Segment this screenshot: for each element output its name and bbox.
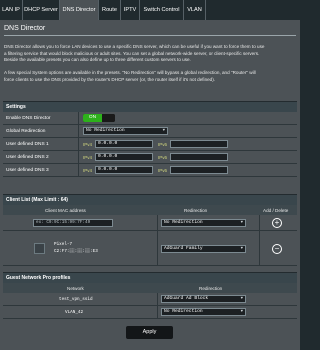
apply-button[interactable]: Apply bbox=[126, 326, 173, 339]
add-client-icon[interactable]: + bbox=[272, 218, 282, 228]
guest-network-columns: Network Redirection bbox=[3, 283, 297, 293]
client-redirection-value: AdGuard Family bbox=[164, 246, 203, 251]
tab-bar: LAN IP DHCP Server DNS Director Route IP… bbox=[0, 0, 300, 20]
dns2-label: User defined DNS 2 bbox=[6, 154, 49, 160]
tab-dns-director[interactable]: DNS Director bbox=[60, 0, 99, 20]
col-redirection-header: Redirection bbox=[184, 207, 208, 213]
dns3-row: User defined DNS 3 IPv4 0.0.0.0 IPv6 bbox=[3, 164, 297, 177]
chevron-down-icon: ▼ bbox=[162, 129, 165, 133]
tab-route[interactable]: Route bbox=[99, 0, 121, 20]
client-list-header: Client List (Max Limit : 64) bbox=[3, 194, 297, 205]
client-mac-address: C2:F7:░░:░░:░░:E3 bbox=[54, 249, 98, 254]
enable-label: Enable DNS Director bbox=[6, 115, 51, 121]
global-redirection-value: No Redirection bbox=[86, 128, 125, 133]
global-redirection-label: Global Redirection bbox=[6, 128, 46, 134]
column-divider bbox=[259, 215, 260, 231]
guest-redirection-select[interactable]: No Redirection ▼ bbox=[161, 308, 246, 316]
client-redirection-select[interactable]: AdGuard Family ▼ bbox=[161, 245, 246, 253]
guest-network-header: Guest Network Pro profiles bbox=[3, 272, 297, 283]
ipv6-label: IPv6 bbox=[158, 141, 168, 147]
dns3-ipv4-input[interactable]: 0.0.0.0 bbox=[95, 166, 153, 174]
description-line: DNS Director allows you to force LAN dev… bbox=[4, 44, 265, 49]
settings-header: Settings bbox=[3, 101, 297, 112]
tab-iptv[interactable]: IPTV bbox=[121, 0, 140, 20]
tab-vlan[interactable]: VLAN bbox=[184, 0, 206, 20]
column-divider bbox=[157, 293, 158, 306]
global-redirection-select[interactable]: No Redirection ▼ bbox=[83, 127, 168, 135]
guest-network-name: VLAN_42 bbox=[65, 310, 84, 315]
client-device-name: Pixel-7 bbox=[54, 242, 73, 247]
description-line: Beside the available presets you can als… bbox=[4, 57, 191, 62]
guest-row: VLAN_42 No Redirection ▼ bbox=[3, 306, 297, 319]
chevron-down-icon: ▼ bbox=[240, 310, 243, 314]
guest-row: test_vpn_ssid AdGuard Ad Block ▼ bbox=[3, 293, 297, 306]
enable-toggle[interactable]: ON bbox=[83, 114, 115, 122]
dns1-label: User defined DNS 1 bbox=[6, 141, 49, 147]
column-divider bbox=[259, 231, 260, 266]
add-client-row: ex: C9:9C:15:99:7F:49 No Redirection ▼ + bbox=[3, 215, 297, 231]
col-mac-header: Client MAC address bbox=[45, 207, 86, 213]
dns2-row: User defined DNS 2 IPv4 0.0.0.0 IPv6 bbox=[3, 151, 297, 164]
guest-redirection-select[interactable]: AdGuard Ad Block ▼ bbox=[161, 295, 246, 303]
tab-dhcp-server[interactable]: DHCP Server bbox=[23, 0, 60, 20]
dns2-ipv6-input[interactable] bbox=[170, 153, 228, 161]
toggle-on-label: ON bbox=[83, 114, 102, 122]
delete-client-icon[interactable]: − bbox=[272, 244, 282, 254]
ipv6-label: IPv6 bbox=[158, 167, 168, 173]
guest-redirection-value: AdGuard Ad Block bbox=[164, 296, 209, 301]
enable-row: Enable DNS Director ON bbox=[3, 112, 297, 125]
ipv4-label: IPv4 bbox=[83, 141, 93, 147]
column-divider bbox=[157, 306, 158, 319]
col-action-header: Add / Delete bbox=[263, 207, 289, 213]
tab-switch-control[interactable]: Switch Control bbox=[140, 0, 184, 20]
new-client-mac-input[interactable]: ex: C9:9C:15:99:7F:49 bbox=[33, 219, 113, 227]
dns1-row: User defined DNS 1 IPv4 0.0.0.0 IPv6 bbox=[3, 138, 297, 151]
tab-lan-ip[interactable]: LAN IP bbox=[0, 0, 23, 20]
dns2-ipv4-input[interactable]: 0.0.0.0 bbox=[95, 153, 153, 161]
dns3-label: User defined DNS 3 bbox=[6, 167, 49, 173]
new-client-redirection-value: No Redirection bbox=[164, 220, 203, 225]
chevron-down-icon: ▼ bbox=[240, 297, 243, 301]
col-network-header: Network bbox=[67, 285, 84, 291]
page-title: DNS Director bbox=[4, 25, 46, 32]
client-list-columns: Client MAC address Redirection Add / Del… bbox=[3, 205, 297, 215]
client-row: Pixel-7 C2:F7:░░:░░:░░:E3 AdGuard Family… bbox=[3, 231, 297, 266]
router-page: LAN IP DHCP Server DNS Director Route IP… bbox=[0, 0, 300, 350]
global-redirection-row: Global Redirection No Redirection ▼ bbox=[3, 125, 297, 138]
guest-redirection-value: No Redirection bbox=[164, 309, 203, 314]
dns1-ipv6-input[interactable] bbox=[170, 140, 228, 148]
column-divider bbox=[157, 231, 158, 266]
guest-network-name: test_vpn_ssid bbox=[59, 297, 93, 302]
dns1-ipv4-input[interactable]: 0.0.0.0 bbox=[95, 140, 153, 148]
description-line: A few special System options are availab… bbox=[4, 70, 256, 75]
dns3-ipv6-input[interactable] bbox=[170, 166, 228, 174]
ipv4-label: IPv4 bbox=[83, 154, 93, 160]
chevron-down-icon: ▼ bbox=[240, 247, 243, 251]
device-avatar bbox=[34, 243, 45, 254]
column-divider bbox=[157, 215, 158, 231]
description-line: force clients to use the DNS provided by… bbox=[4, 76, 216, 82]
new-client-redirection-select[interactable]: No Redirection ▼ bbox=[161, 219, 246, 227]
ipv4-label: IPv4 bbox=[83, 167, 93, 173]
description-paragraph-1: DNS Director allows you to force LAN dev… bbox=[4, 44, 296, 64]
ipv6-label: IPv6 bbox=[158, 154, 168, 160]
title-divider bbox=[4, 35, 296, 36]
chevron-down-icon: ▼ bbox=[240, 221, 243, 225]
toggle-knob bbox=[102, 114, 115, 122]
col-guest-redirection-header: Redirection bbox=[199, 285, 223, 291]
description-paragraph-2: A few special System options are availab… bbox=[4, 70, 296, 83]
